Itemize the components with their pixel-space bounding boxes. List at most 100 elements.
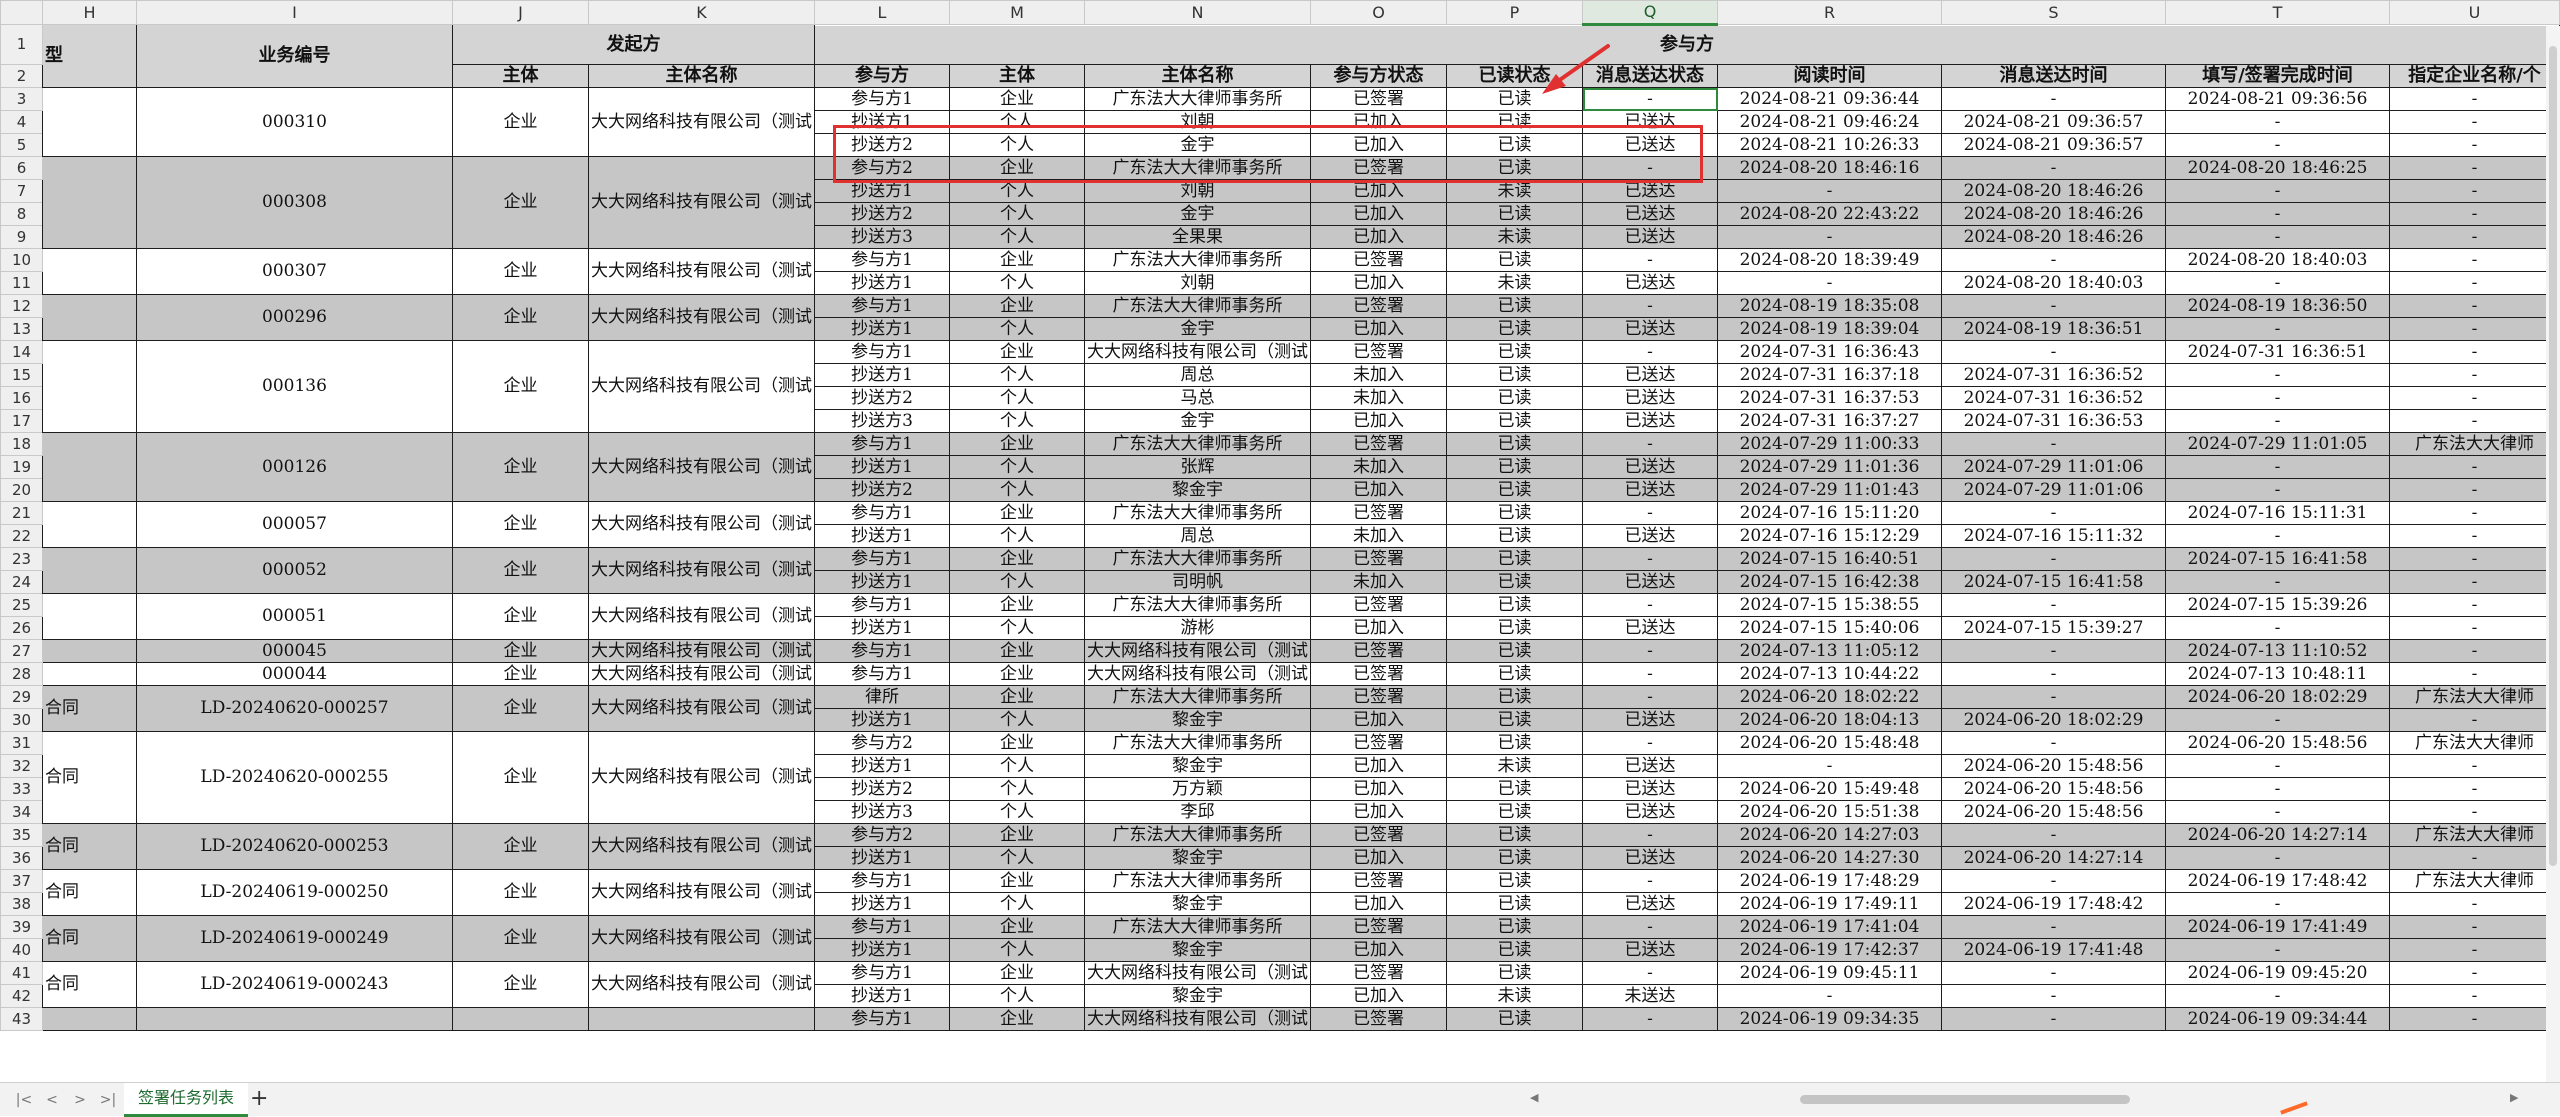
row-number[interactable]: 19 (0, 455, 43, 479)
type-cell[interactable]: 合同 (42, 961, 137, 1008)
read-status-cell[interactable]: 已读 (1446, 432, 1583, 456)
party-entity-name-cell[interactable]: 黎金宇 (1084, 938, 1311, 962)
party-entity-name-cell[interactable]: 金宇 (1084, 317, 1311, 341)
complete-time-cell[interactable]: - (2165, 478, 2390, 502)
prev-sheet-icon[interactable]: < (42, 1090, 62, 1110)
designated-entity-cell[interactable]: - (2389, 961, 2560, 985)
complete-time-cell[interactable]: - (2165, 800, 2390, 824)
read-time-cell[interactable]: 2024-08-19 18:39:04 (1717, 317, 1942, 341)
designated-entity-cell[interactable]: - (2389, 317, 2560, 341)
party-entity-name-cell[interactable]: 金宇 (1084, 409, 1311, 433)
party-entity-cell[interactable]: 企业 (949, 1007, 1085, 1031)
complete-time-cell[interactable]: 2024-08-20 18:40:03 (2165, 248, 2390, 272)
read-time-cell[interactable]: 2024-06-19 17:48:29 (1717, 869, 1942, 893)
read-time-cell[interactable]: 2024-07-15 16:40:51 (1717, 547, 1942, 571)
header-group-initiator[interactable]: 发起方 (452, 24, 815, 65)
message-status-cell[interactable]: - (1582, 248, 1718, 272)
row-number[interactable]: 41 (0, 961, 43, 985)
designated-entity-cell[interactable]: - (2389, 938, 2560, 962)
message-status-cell[interactable]: 已送达 (1582, 225, 1718, 249)
party-entity-cell[interactable]: 个人 (949, 846, 1085, 870)
complete-time-cell[interactable]: - (2165, 616, 2390, 640)
row-number[interactable]: 18 (0, 432, 43, 456)
message-status-cell[interactable]: - (1582, 593, 1718, 617)
party-entity-cell[interactable]: 个人 (949, 409, 1085, 433)
complete-time-cell[interactable]: 2024-06-19 17:48:42 (2165, 869, 2390, 893)
initiator-entity-cell[interactable]: 企业 (452, 248, 589, 295)
read-status-cell[interactable]: 已读 (1446, 915, 1583, 939)
designated-entity-cell[interactable]: - (2389, 455, 2560, 479)
designated-entity-cell[interactable]: - (2389, 363, 2560, 387)
message-time-cell[interactable]: 2024-08-20 18:46:26 (1941, 225, 2166, 249)
party-entity-name-cell[interactable]: 广东法大大律师事务所 (1084, 432, 1311, 456)
business-no-cell[interactable]: LD-20240619-000249 (136, 915, 453, 962)
header-party-entity-name[interactable]: 主体名称 (1084, 64, 1311, 88)
read-status-cell[interactable]: 已读 (1446, 294, 1583, 318)
message-status-cell[interactable]: 已送达 (1582, 317, 1718, 341)
party-cell[interactable]: 抄送方1 (814, 271, 950, 295)
row-number[interactable]: 10 (0, 248, 43, 272)
designated-entity-cell[interactable]: 广东法大大律师 (2389, 731, 2560, 755)
complete-time-cell[interactable]: - (2165, 386, 2390, 410)
read-time-cell[interactable]: 2024-06-20 15:49:48 (1717, 777, 1942, 801)
row-number[interactable]: 28 (0, 662, 43, 686)
party-cell[interactable]: 抄送方2 (814, 777, 950, 801)
party-cell[interactable]: 参与方2 (814, 156, 950, 180)
message-status-cell[interactable]: 已送达 (1582, 800, 1718, 824)
row-number[interactable]: 26 (0, 616, 43, 640)
horizontal-scroll-thumb[interactable] (1800, 1095, 2130, 1104)
read-status-cell[interactable]: 已读 (1446, 317, 1583, 341)
party-status-cell[interactable]: 已加入 (1310, 938, 1447, 962)
complete-time-cell[interactable]: 2024-07-15 15:39:26 (2165, 593, 2390, 617)
row-number[interactable]: 8 (0, 202, 43, 226)
message-time-cell[interactable]: - (1941, 915, 2166, 939)
party-cell[interactable]: 参与方1 (814, 501, 950, 525)
read-status-cell[interactable]: 已读 (1446, 938, 1583, 962)
party-status-cell[interactable]: 已加入 (1310, 616, 1447, 640)
party-entity-cell[interactable]: 企业 (949, 662, 1085, 686)
column-header-j[interactable]: J (452, 0, 589, 25)
header-party-entity[interactable]: 主体 (949, 64, 1085, 88)
read-time-cell[interactable]: 2024-07-31 16:37:53 (1717, 386, 1942, 410)
party-cell[interactable]: 抄送方2 (814, 386, 950, 410)
message-status-cell[interactable]: 已送达 (1582, 386, 1718, 410)
row-number[interactable]: 3 (0, 87, 43, 111)
party-status-cell[interactable]: 已签署 (1310, 294, 1447, 318)
party-cell[interactable]: 抄送方2 (814, 202, 950, 226)
initiator-entity-name-cell[interactable]: 大大网络科技有限公司（测试 (588, 432, 815, 502)
business-no-cell[interactable]: LD-20240619-000250 (136, 869, 453, 916)
party-entity-cell[interactable]: 企业 (949, 87, 1085, 111)
initiator-entity-cell[interactable]: 企业 (452, 662, 589, 686)
designated-entity-cell[interactable]: - (2389, 294, 2560, 318)
message-time-cell[interactable]: 2024-07-15 16:41:58 (1941, 570, 2166, 594)
party-entity-name-cell[interactable]: 黎金宇 (1084, 846, 1311, 870)
message-status-cell[interactable]: 已送达 (1582, 363, 1718, 387)
party-status-cell[interactable]: 未加入 (1310, 455, 1447, 479)
party-entity-cell[interactable]: 个人 (949, 110, 1085, 134)
read-status-cell[interactable]: 已读 (1446, 1007, 1583, 1031)
party-status-cell[interactable]: 已加入 (1310, 777, 1447, 801)
complete-time-cell[interactable]: - (2165, 777, 2390, 801)
designated-entity-cell[interactable]: 广东法大大律师 (2389, 869, 2560, 893)
row-number[interactable]: 29 (0, 685, 43, 709)
initiator-entity-cell[interactable]: 企业 (452, 340, 589, 433)
row-number[interactable]: 6 (0, 156, 43, 180)
designated-entity-cell[interactable]: - (2389, 754, 2560, 778)
designated-entity-cell[interactable]: - (2389, 846, 2560, 870)
party-cell[interactable]: 抄送方3 (814, 800, 950, 824)
message-status-cell[interactable]: - (1582, 547, 1718, 571)
message-status-cell[interactable]: 未送达 (1582, 984, 1718, 1008)
party-cell[interactable]: 参与方1 (814, 915, 950, 939)
initiator-entity-cell[interactable]: 企业 (452, 432, 589, 502)
party-entity-name-cell[interactable]: 司明帆 (1084, 570, 1311, 594)
column-header-s[interactable]: S (1941, 0, 2166, 25)
read-status-cell[interactable]: 已读 (1446, 731, 1583, 755)
last-sheet-icon[interactable]: >| (98, 1090, 118, 1110)
complete-time-cell[interactable]: 2024-06-20 18:02:29 (2165, 685, 2390, 709)
designated-entity-cell[interactable]: - (2389, 915, 2560, 939)
party-status-cell[interactable]: 已签署 (1310, 662, 1447, 686)
party-entity-cell[interactable]: 企业 (949, 294, 1085, 318)
scroll-right-icon[interactable]: ▶ (2510, 1091, 2518, 1104)
column-header-u[interactable]: U (2389, 0, 2560, 25)
message-time-cell[interactable]: 2024-07-15 15:39:27 (1941, 616, 2166, 640)
